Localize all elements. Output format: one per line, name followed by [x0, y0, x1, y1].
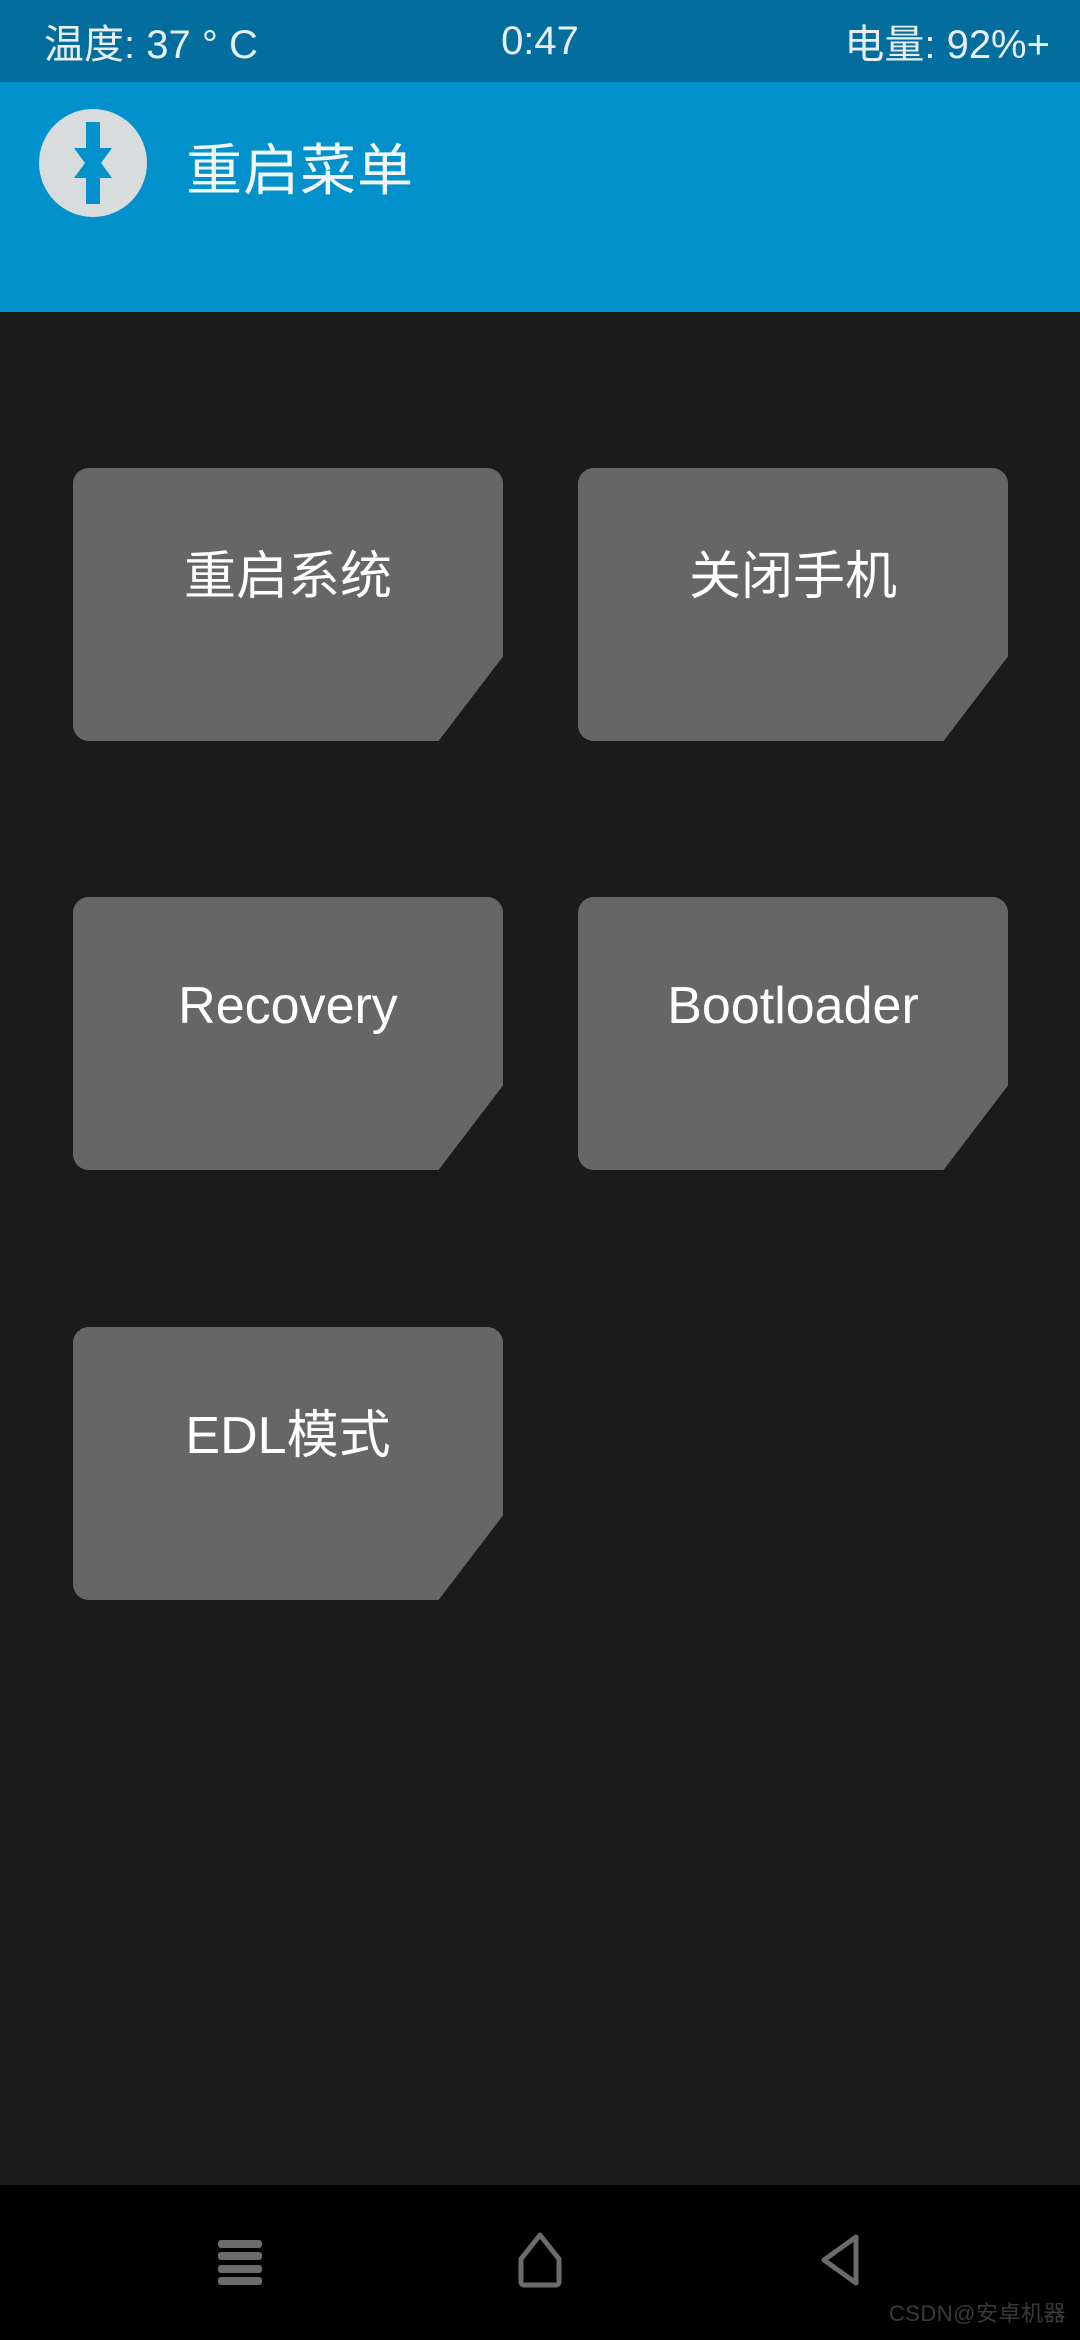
bootloader-tile[interactable]: Bootloader: [578, 897, 1008, 1170]
tile-label: Recovery: [178, 976, 398, 1035]
back-triangle-icon: [818, 2233, 862, 2292]
home-button[interactable]: [440, 2185, 640, 2340]
power-off-tile[interactable]: 关闭手机: [578, 468, 1008, 741]
twrp-logo-icon: [38, 108, 148, 218]
recents-button[interactable]: [140, 2185, 340, 2340]
tile-label: 重启系统: [183, 547, 392, 606]
navigation-bar: CSDN@安卓机器: [0, 2185, 1080, 2340]
phone-screen: 温度: 37 ° C 0:47 电量: 92%+ 重启菜单 重启系统 关闭手机 …: [0, 0, 1080, 2340]
page-title: 重启菜单: [186, 139, 414, 202]
recovery-tile[interactable]: Recovery: [73, 897, 503, 1170]
csdn-watermark: CSDN@安卓机器: [888, 2301, 1066, 2326]
reboot-menu-content: 重启系统 关闭手机 Recovery Bootloader EDL模式: [0, 312, 1080, 2185]
app-bar: 重启菜单: [0, 82, 1080, 312]
tile-label: Bootloader: [667, 976, 919, 1035]
home-icon: [516, 2232, 564, 2293]
battery-indicator: 电量: 92%+: [844, 23, 1050, 67]
edl-mode-tile[interactable]: EDL模式: [73, 1327, 503, 1600]
reboot-system-tile[interactable]: 重启系统: [73, 468, 503, 741]
tile-label: 关闭手机: [688, 547, 897, 606]
menu-hamburger-icon: [218, 2239, 262, 2286]
tile-label: EDL模式: [185, 1406, 391, 1465]
status-bar: 温度: 37 ° C 0:47 电量: 92%+: [0, 0, 1080, 82]
